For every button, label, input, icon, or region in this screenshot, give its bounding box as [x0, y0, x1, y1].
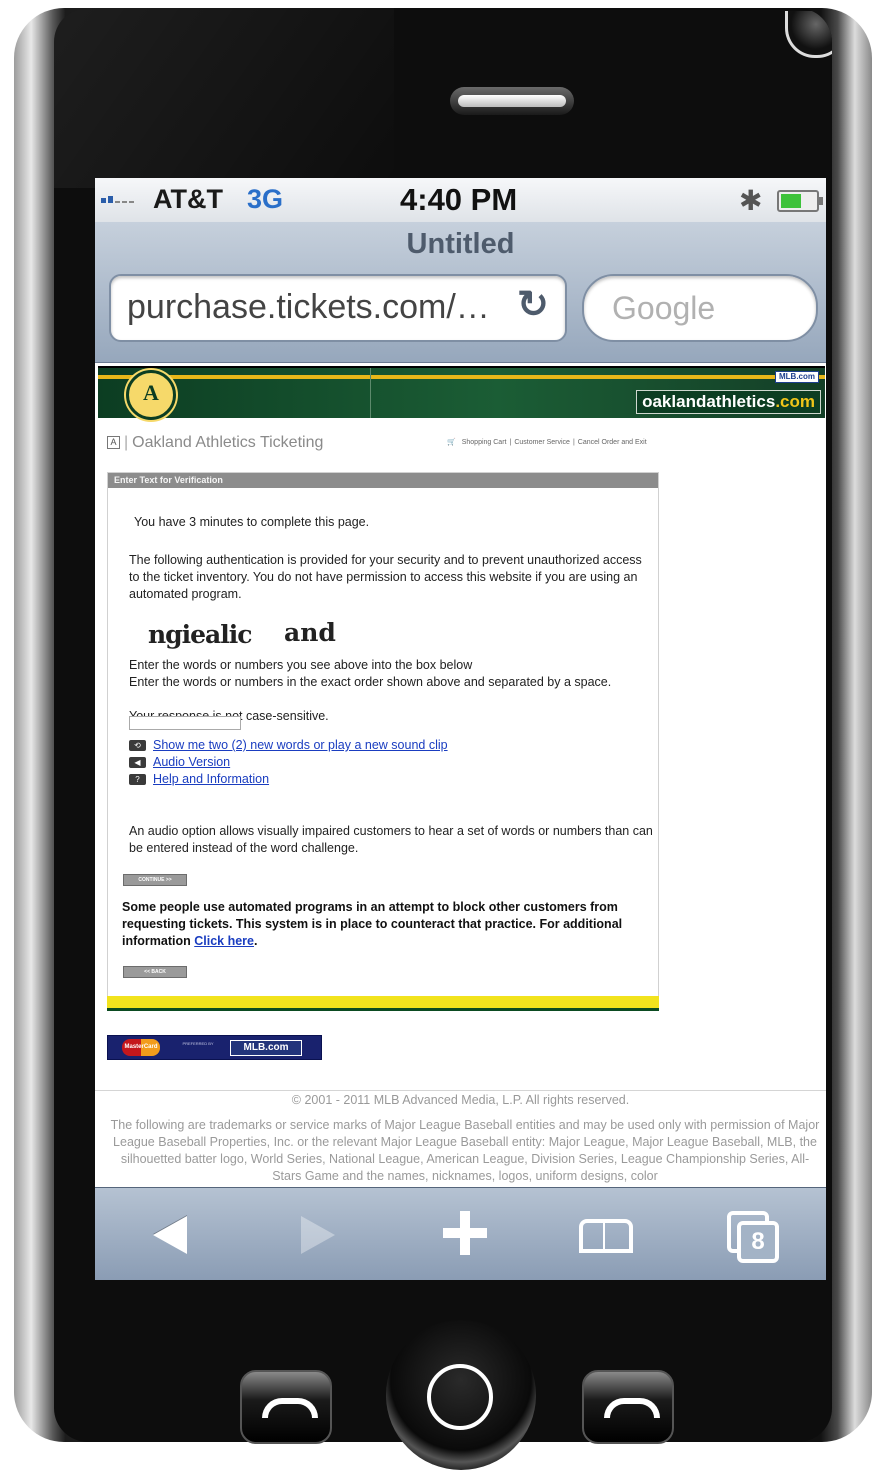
site-home-link[interactable]: oaklandathletics.com — [636, 390, 821, 414]
banner-stripe — [98, 375, 825, 379]
bluetooth-icon: ✱ — [739, 185, 763, 216]
mlb-badge: MLB.com — [230, 1040, 302, 1056]
site-banner: A MLB.com oaklandathletics.com — [98, 366, 825, 420]
captcha-image-word2: and — [284, 618, 336, 647]
web-content: A MLB.com oaklandathletics.com A | Oakland… — [95, 363, 826, 1187]
logo-letter: A — [143, 380, 159, 405]
brand-title-row: A | Oakland Athletics Ticketing — [107, 434, 323, 452]
search-placeholder: Google — [612, 290, 716, 326]
cancel-order-link[interactable]: Cancel Order and Exit — [578, 439, 647, 446]
battery-icon — [777, 190, 823, 212]
verification-panel: Enter Text for Verification You have 3 m… — [107, 472, 659, 1010]
phone-handset-icon — [262, 1398, 318, 1418]
home-ring-icon — [427, 1364, 493, 1430]
click-here-link[interactable]: Click here — [194, 934, 254, 948]
status-time: 4:40 PM — [400, 182, 518, 217]
timer-text: You have 3 minutes to complete this page… — [134, 515, 370, 529]
athletics-logo[interactable]: A — [126, 370, 176, 420]
url-field[interactable]: purchase.tickets.com/… ↻ — [109, 274, 567, 342]
continue-button[interactable]: CONTINUE >> — [123, 874, 187, 886]
new-words-link[interactable]: Show me two (2) new words or play a new … — [153, 738, 448, 752]
instruction-1: Enter the words or numbers you see above… — [129, 658, 473, 672]
audio-note: An audio option allows visually impaired… — [129, 824, 653, 855]
instruction-2: Enter the words or numbers in the exact … — [129, 675, 612, 689]
banner-divider — [370, 368, 371, 418]
speaker-icon: ◀ — [129, 757, 146, 769]
end-call-button[interactable] — [582, 1370, 674, 1444]
audio-link-row[interactable]: ◀ Audio Version — [129, 755, 230, 769]
home-button[interactable] — [386, 1320, 536, 1470]
legal-text: The following are trademarks or service … — [110, 1118, 820, 1183]
preferred-by-label: PREFERRED BY — [182, 1041, 214, 1046]
browser-toolbar: 8 — [95, 1187, 826, 1280]
forward-icon[interactable] — [295, 1205, 355, 1265]
panel-footer-stripe — [107, 996, 659, 1008]
mlb-link[interactable]: MLB.com — [775, 371, 819, 383]
bookmarks-icon[interactable] — [577, 1205, 637, 1265]
pages-icon[interactable]: 8 — [723, 1205, 783, 1265]
signal-strength-icon — [101, 196, 134, 203]
brand-title: Oakland Athletics Ticketing — [132, 434, 324, 451]
glass-reflection — [54, 8, 394, 188]
panel-header: Enter Text for Verification — [108, 473, 658, 488]
call-button[interactable] — [240, 1370, 332, 1444]
search-input[interactable]: Google — [582, 274, 818, 342]
domain-suffix: .com — [775, 392, 815, 411]
customer-service-link[interactable]: Customer Service — [514, 439, 570, 446]
top-links: 🛒 Shopping Cart | Customer Service | Cancel O… — [447, 439, 647, 446]
carrier-label: AT&T — [153, 184, 223, 214]
athletics-mini-logo-icon: A — [107, 436, 120, 450]
page-title: Untitled — [406, 228, 515, 260]
help-link[interactable]: Help and Information — [153, 772, 269, 786]
new-words-link-row[interactable]: ⟲ Show me two (2) new words or play a new… — [129, 738, 448, 752]
add-icon[interactable] — [437, 1205, 497, 1265]
intro-text: The following authentication is provided… — [129, 553, 642, 601]
url-text: purchase.tickets.com/… — [127, 288, 490, 326]
panel-header-text: Enter Text for Verification — [114, 475, 223, 485]
back-button[interactable]: << BACK — [123, 966, 187, 978]
help-link-row[interactable]: ? Help and Information — [129, 772, 269, 786]
camera-icon — [785, 11, 832, 58]
hang-up-icon — [604, 1398, 660, 1418]
captcha-image-word1: ngiealic — [148, 620, 252, 649]
help-icon: ? — [129, 774, 146, 786]
shopping-cart-link[interactable]: Shopping Cart — [462, 439, 507, 446]
captcha-input[interactable] — [129, 716, 241, 730]
reload-icon[interactable]: ↻ — [517, 282, 549, 327]
domain-prefix: oaklandathletics — [642, 392, 776, 411]
browser-navbar: Untitled purchase.tickets.com/… ↻ Google — [95, 222, 826, 363]
back-icon[interactable] — [147, 1205, 207, 1265]
automation-note: Some people use automated programs in an… — [122, 900, 623, 948]
tab-count: 8 — [737, 1221, 779, 1263]
copyright-text: © 2001 - 2011 MLB Advanced Media, L.P. A… — [291, 1093, 630, 1107]
audio-version-link[interactable]: Audio Version — [153, 755, 230, 769]
footer-divider — [95, 1090, 826, 1091]
status-bar: AT&T 3G 4:40 PM ✱ — [95, 178, 826, 222]
cart-icon: 🛒 — [447, 439, 456, 446]
earpiece-speaker — [450, 87, 574, 115]
preferred-card-banner[interactable]: MasterCard PREFERRED BY MLB.com — [107, 1035, 322, 1060]
network-type: 3G — [247, 184, 284, 214]
mastercard-logo: MasterCard — [122, 1039, 160, 1056]
phone-screen: AT&T 3G 4:40 PM ✱ Untitled purchase.tick… — [95, 178, 826, 1280]
panel-footer-line — [107, 1008, 659, 1011]
refresh-icon: ⟲ — [129, 740, 146, 752]
